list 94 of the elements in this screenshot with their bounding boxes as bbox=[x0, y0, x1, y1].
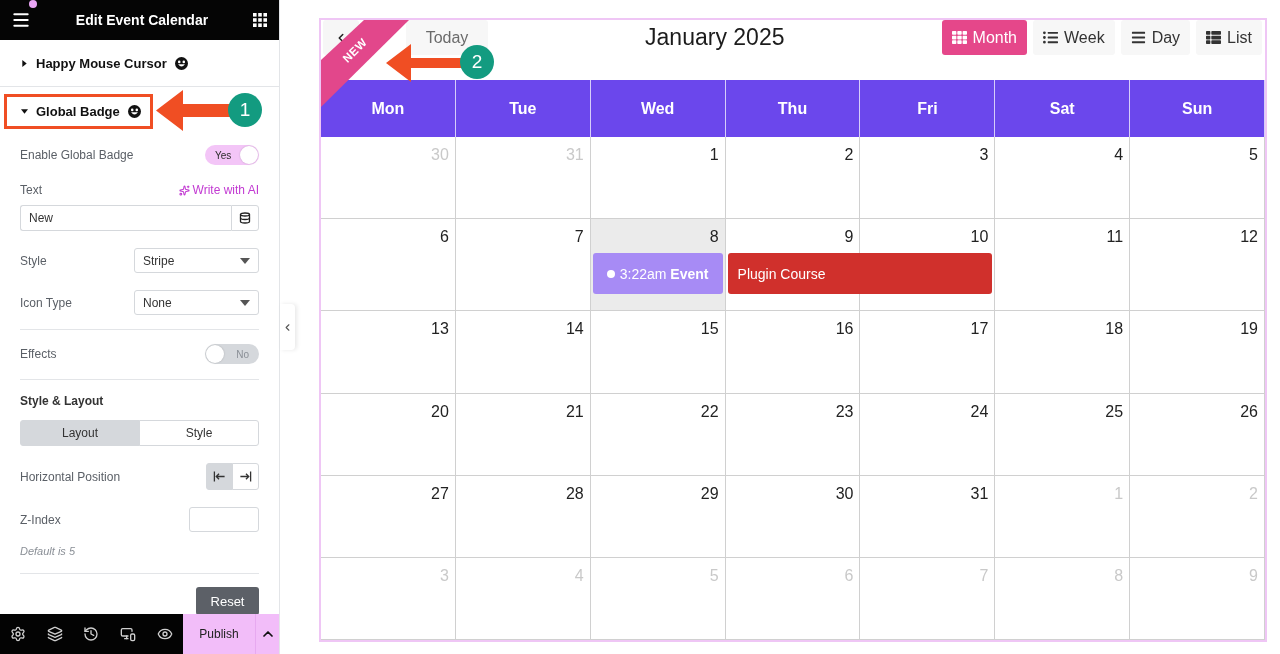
date-number: 4 bbox=[1114, 145, 1124, 165]
date-number: 22 bbox=[700, 401, 719, 422]
date-number: 3 bbox=[979, 145, 989, 165]
align-option-button[interactable] bbox=[206, 463, 233, 490]
date-number: 30 bbox=[835, 483, 854, 504]
date-number: 21 bbox=[565, 401, 584, 422]
menu-icon[interactable] bbox=[11, 10, 31, 30]
publish-options-button[interactable] bbox=[255, 614, 279, 654]
write-with-ai-link[interactable]: Write with AI bbox=[178, 183, 259, 197]
caret-down-icon bbox=[240, 257, 250, 264]
eye-icon[interactable] bbox=[156, 626, 173, 642]
panel-title: Edit Event Calendar bbox=[75, 12, 209, 28]
date-number: 16 bbox=[835, 319, 854, 340]
date-number: 10 bbox=[970, 227, 989, 248]
calendar-title: January 2025 bbox=[645, 23, 785, 52]
date-number: 27 bbox=[431, 483, 449, 504]
date-number: 6 bbox=[439, 227, 449, 248]
collapse-panel-handle[interactable] bbox=[280, 304, 295, 350]
calendar-event[interactable]: Plugin Course bbox=[727, 253, 993, 295]
weekday-header: Mon bbox=[321, 80, 456, 137]
lines-icon bbox=[1130, 30, 1146, 45]
date-number: 14 bbox=[565, 319, 584, 340]
dynamic-tags-button[interactable] bbox=[231, 205, 259, 231]
field-label: Icon Type bbox=[20, 294, 72, 311]
date-number: 9 bbox=[844, 227, 854, 248]
weekday-header: Sat bbox=[995, 80, 1131, 137]
date-number: 12 bbox=[1240, 227, 1258, 248]
field-label: Horizontal Position bbox=[20, 468, 121, 485]
align-option-button[interactable] bbox=[232, 463, 259, 490]
reset-button[interactable]: Reset bbox=[196, 587, 259, 614]
monitor-phone-icon[interactable] bbox=[120, 626, 137, 642]
select-field[interactable]: None bbox=[134, 290, 259, 315]
publish-button[interactable]: Publish bbox=[183, 614, 255, 654]
view-button[interactable]: Day bbox=[1120, 20, 1191, 55]
view-button[interactable]: List bbox=[1196, 20, 1262, 55]
select-field[interactable]: Stripe bbox=[134, 248, 259, 273]
view-button[interactable]: Month bbox=[941, 20, 1027, 55]
number-input[interactable] bbox=[189, 507, 259, 532]
apps-grid-icon[interactable] bbox=[253, 13, 267, 27]
date-number: 7 bbox=[574, 227, 584, 248]
date-number: 2 bbox=[844, 145, 854, 165]
weekday-header: Fri bbox=[860, 80, 996, 137]
view-button[interactable]: Week bbox=[1033, 20, 1115, 55]
date-number: 18 bbox=[1105, 319, 1124, 340]
smiley-icon bbox=[174, 56, 188, 70]
field-label: Style bbox=[20, 252, 47, 269]
field-label: Effects bbox=[20, 346, 57, 362]
layers-icon[interactable] bbox=[46, 626, 63, 642]
history-icon[interactable] bbox=[83, 626, 100, 642]
list-icon bbox=[1206, 30, 1222, 45]
align-left-icon bbox=[213, 470, 226, 483]
date-number: 23 bbox=[835, 401, 854, 422]
date-number: 31 bbox=[970, 483, 989, 504]
notification-dot-icon bbox=[29, 0, 37, 8]
date-number: 28 bbox=[565, 483, 584, 504]
field-label: Enable Global Badge bbox=[20, 147, 134, 163]
section-header[interactable]: Happy Mouse Cursor bbox=[21, 55, 188, 71]
toggle-switch[interactable]: Yes bbox=[205, 145, 259, 165]
weekday-header: Tue bbox=[455, 80, 591, 137]
caret-down-icon bbox=[240, 299, 250, 306]
date-number: 15 bbox=[700, 319, 719, 340]
step-number-badge: 2 bbox=[460, 45, 494, 79]
help-text: Default is 5 bbox=[20, 544, 77, 558]
tab[interactable]: Style bbox=[139, 420, 259, 446]
date-number: 5 bbox=[1249, 145, 1258, 165]
weekday-header: Wed bbox=[590, 80, 726, 137]
text-input[interactable]: New bbox=[20, 205, 231, 231]
section-header[interactable]: Global Badge bbox=[21, 103, 141, 119]
date-number: 19 bbox=[1240, 319, 1258, 340]
date-number: 8 bbox=[709, 227, 719, 248]
event-dot-icon bbox=[606, 269, 615, 278]
today-button[interactable]: Today bbox=[406, 20, 488, 55]
date-number: 1 bbox=[709, 145, 719, 165]
date-number: 26 bbox=[1240, 401, 1258, 422]
field-label: Text bbox=[20, 182, 42, 198]
field-label: Z-Index bbox=[20, 511, 61, 528]
date-number: 11 bbox=[1106, 227, 1124, 248]
date-number: 29 bbox=[700, 483, 719, 504]
list-icon bbox=[1043, 30, 1058, 45]
weekday-header: Sun bbox=[1130, 80, 1265, 137]
align-right-icon bbox=[239, 470, 252, 483]
settings-icon[interactable] bbox=[10, 626, 27, 642]
tab[interactable]: Layout bbox=[20, 420, 140, 446]
weekday-header: Thu bbox=[725, 80, 861, 137]
date-number: 24 bbox=[970, 401, 989, 422]
group-heading: Style & Layout bbox=[20, 394, 105, 408]
database-icon bbox=[239, 212, 251, 224]
date-number: 17 bbox=[970, 319, 989, 340]
grid-icon bbox=[951, 30, 967, 45]
sparkle-icon bbox=[178, 184, 190, 196]
smiley-icon bbox=[127, 104, 141, 118]
date-number: 20 bbox=[431, 401, 449, 422]
date-number: 25 bbox=[1105, 401, 1124, 422]
date-number: 13 bbox=[431, 319, 449, 340]
